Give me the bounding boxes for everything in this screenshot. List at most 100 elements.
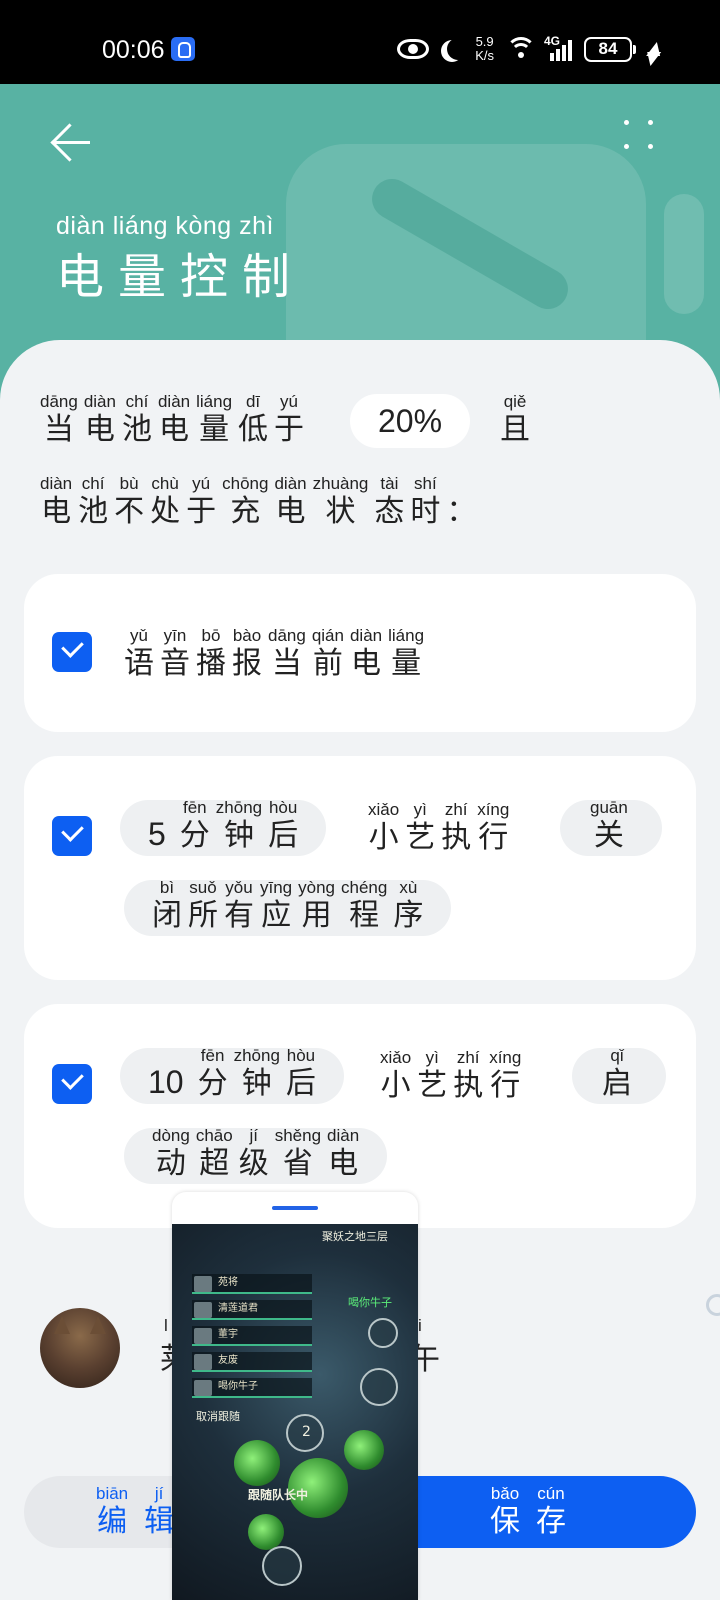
- ruby-char: diàn 电: [84, 392, 116, 448]
- hanzi: 执: [441, 820, 472, 855]
- status-bar: 00:06 5.9 K/s 4G 84: [0, 0, 720, 84]
- hanzi: 量: [391, 646, 422, 681]
- task-pill-continued[interactable]: bì 闭 suǒ 所 yǒu 有 yīng 应 yòng 用 chéng 程 xù 序: [124, 878, 452, 936]
- pinyin: chí: [81, 474, 105, 493]
- author-avatar[interactable]: [40, 1308, 120, 1388]
- pinyin: qián: [311, 626, 344, 645]
- pinyin: yòng: [298, 878, 336, 897]
- ruby-char: xù 序: [393, 878, 423, 934]
- pinyin: chāo: [195, 1126, 233, 1145]
- ruby-char: yǒu 有: [224, 878, 254, 934]
- delay-pill[interactable]: 5 fēn 分 zhōng 钟 hòu 后: [120, 798, 327, 856]
- ruby-char: yú 于: [274, 392, 304, 448]
- hanzi: 小: [368, 820, 399, 855]
- ruby-char: dāng 当: [268, 626, 306, 682]
- eye-comfort-icon: [397, 39, 430, 59]
- pinyin: [446, 474, 476, 494]
- hanzi: 行: [490, 1068, 521, 1103]
- hanzi: 电: [328, 1146, 359, 1181]
- task-start: qǐ 启: [602, 1046, 638, 1102]
- do-not-disturb-icon: [447, 38, 469, 60]
- threshold-pill[interactable]: 20%: [350, 394, 471, 448]
- author-name-right-pinyin: i: [418, 1316, 422, 1335]
- hanzi: 电: [41, 494, 72, 529]
- cell-signal-icon: 4G: [544, 34, 572, 61]
- hanzi: 量: [199, 412, 230, 447]
- ruby-char: chāo 超: [196, 1126, 233, 1182]
- hanzi: 执: [453, 1068, 484, 1103]
- pinyin: shí: [414, 474, 437, 493]
- floating-window-handle[interactable]: [272, 1206, 318, 1210]
- hanzi: 编: [97, 1504, 128, 1539]
- hanzi: 当: [43, 412, 74, 447]
- hanzi: 当: [271, 646, 302, 681]
- delay-number: 10: [148, 1064, 184, 1100]
- hanzi: 小: [380, 1068, 411, 1103]
- hanzi: 低: [238, 412, 269, 447]
- ruby-char: qǐ 启: [602, 1046, 632, 1102]
- hanzi: 电: [351, 646, 382, 681]
- net-speed-value: 5.9: [475, 34, 494, 49]
- pinyin: dī: [245, 392, 261, 411]
- hanzi: 辑: [144, 1504, 175, 1539]
- delay-pill[interactable]: 10 fēn 分 zhōng 钟 hòu 后: [120, 1046, 344, 1104]
- ruby-char: bō 播: [196, 626, 226, 682]
- task-start: guān 关: [590, 798, 634, 854]
- ruby-char: xiǎo 小: [368, 800, 399, 856]
- hanzi: 启: [602, 1066, 632, 1101]
- battery-icon: 84: [584, 36, 636, 62]
- hanzi: 关: [593, 818, 624, 853]
- delay-unit: fēn 分 zhōng 钟 hòu 后: [198, 1046, 322, 1102]
- pinyin: bō: [201, 626, 221, 645]
- task-pill[interactable]: qǐ 启: [572, 1046, 666, 1104]
- close-apps-checkbox[interactable]: [52, 816, 92, 856]
- hanzi: 行: [478, 820, 509, 855]
- ruby-char: zhōng 钟: [216, 798, 262, 854]
- wifi-icon: [506, 37, 536, 61]
- ruby-char: ：: [446, 474, 476, 530]
- save-button[interactable]: bǎo 保 cún 存: [378, 1476, 696, 1548]
- ruby-char: shěng 省: [275, 1126, 321, 1182]
- hanzi: 音: [160, 646, 190, 681]
- pinyin: hòu: [268, 798, 298, 817]
- game-cancel-follow: 取消跟随: [196, 1410, 240, 1423]
- pinyin: yì: [425, 1048, 439, 1067]
- pinyin: liáng: [388, 626, 425, 645]
- skill-cooldown: 2: [302, 1424, 311, 1440]
- condition-and-pinyin: qiě: [503, 392, 527, 411]
- page-title-block: diàn liáng kòng zhì 电量控制: [56, 212, 304, 307]
- more-dots-icon[interactable]: [624, 120, 674, 160]
- ruby-char: liáng 量: [196, 392, 232, 448]
- hanzi: 池: [121, 412, 152, 447]
- game-effect: [248, 1514, 284, 1550]
- hanzi: 于: [186, 494, 217, 529]
- condition-words-1: dāng 当 diàn 电 chí 池 diàn 电 liáng 量 dī 低 yú 于: [40, 392, 310, 448]
- roster-row: 清莲道君: [192, 1300, 312, 1320]
- ruby-char: diàn 电: [274, 474, 306, 530]
- condition-and: qiě 且: [500, 392, 530, 448]
- floating-window[interactable]: 聚妖之地三层 喝你牛子 苑将 清莲道君 董宇 友废 喝你牛子 取消跟随 2 跟随…: [172, 1192, 418, 1600]
- task-pill[interactable]: guān 关: [560, 798, 662, 856]
- ruby-char: hòu 后: [286, 1046, 316, 1102]
- ruby-char: zhōng 钟: [234, 1046, 280, 1102]
- executor-label: xiǎo 小 yì 艺 zhí 执 xíng 行: [380, 1048, 527, 1104]
- roster-row: 苑将: [192, 1274, 312, 1294]
- ruby-char: liáng 量: [388, 626, 424, 682]
- ruby-char: dī 低: [238, 392, 268, 448]
- hanzi: 应: [261, 898, 292, 933]
- back-arrow-icon[interactable]: [44, 114, 100, 170]
- pinyin: yú: [280, 392, 299, 411]
- task-pill-continued[interactable]: dòng 动 chāo 超 jí 级 shěng 省 diàn 电: [124, 1126, 388, 1184]
- super-saver-checkbox[interactable]: [52, 1064, 92, 1104]
- voice-checkbox[interactable]: [52, 632, 92, 672]
- pinyin: diàn: [327, 1126, 360, 1145]
- pinyin: fēn: [182, 798, 207, 817]
- header-decoration-small: [664, 194, 704, 314]
- pinyin: xíng: [489, 1048, 522, 1067]
- ruby-char: qián 前: [312, 626, 344, 682]
- game-screenshot: 聚妖之地三层 喝你牛子 苑将 清莲道君 董宇 友废 喝你牛子 取消跟随 2 跟随…: [172, 1224, 418, 1600]
- pinyin: dāng: [40, 392, 78, 411]
- pinyin: zhōng: [233, 1046, 280, 1065]
- ruby-char: jí 级: [239, 1126, 269, 1182]
- ruby-char: yǔ 语: [124, 626, 154, 682]
